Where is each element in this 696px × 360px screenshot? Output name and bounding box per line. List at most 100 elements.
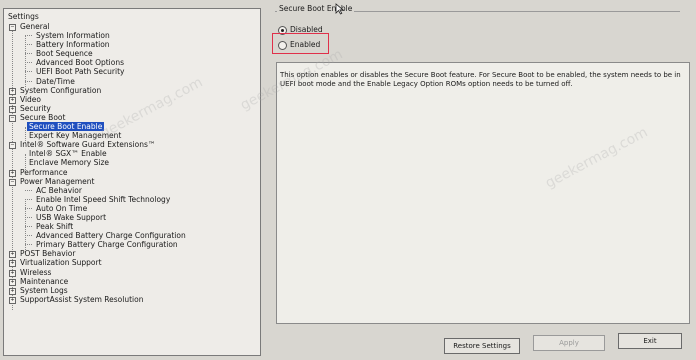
tree-connector-line xyxy=(25,62,32,64)
tree-item[interactable]: Auto On Time xyxy=(4,204,260,213)
exit-button[interactable]: Exit xyxy=(618,333,682,349)
tree-item-label: Primary Battery Charge Configuration xyxy=(36,240,178,250)
tree-item-label: USB Wake Support xyxy=(36,212,107,222)
tree-item[interactable]: Date/Time xyxy=(4,77,260,86)
tree-connector-line xyxy=(25,216,32,218)
tree-item[interactable]: UEFI Boot Path Security xyxy=(4,67,260,76)
settings-title: Settings xyxy=(8,12,39,21)
tree-connector-line xyxy=(25,71,32,73)
restore-settings-button[interactable]: Restore Settings xyxy=(444,338,520,354)
tree-connector-line xyxy=(25,244,32,246)
expand-icon[interactable]: + xyxy=(9,269,16,277)
tree-item[interactable]: Advanced Battery Charge Configuration xyxy=(4,231,260,240)
tree-connector-line xyxy=(25,44,32,46)
tree-item-label: UEFI Boot Path Security xyxy=(36,67,125,77)
tree-item[interactable]: System Information xyxy=(4,31,260,40)
expand-icon[interactable]: + xyxy=(9,251,16,259)
tree-item-label: AC Behavior xyxy=(36,185,82,195)
expand-icon[interactable]: + xyxy=(9,105,16,113)
expand-icon[interactable]: + xyxy=(9,169,16,177)
description-text: This option enables or disables the Secu… xyxy=(280,71,681,88)
tree-item-label: Wireless xyxy=(20,267,52,277)
tree-item-label: Auto On Time xyxy=(36,203,88,213)
tree-item[interactable]: + Maintenance xyxy=(4,277,260,286)
tree-item[interactable]: Intel® SGX™ Enable xyxy=(4,149,260,158)
tree-item[interactable]: − General xyxy=(4,22,260,31)
tree-connector-line xyxy=(25,235,32,237)
settings-tree-panel: Settings − General System Information Batte… xyxy=(3,8,261,356)
collapse-icon[interactable]: − xyxy=(9,114,16,122)
tree-item[interactable]: USB Wake Support xyxy=(4,213,260,222)
tree-item[interactable]: + System Logs xyxy=(4,286,260,295)
tree-item[interactable]: Battery Information xyxy=(4,40,260,49)
tree-item-label: Security xyxy=(20,103,51,113)
tree-item-label: General xyxy=(20,22,50,31)
tree-item[interactable]: − Secure Boot xyxy=(4,113,260,122)
tree-item-label: Expert Key Management xyxy=(29,131,122,141)
tree-item-label: Boot Sequence xyxy=(36,49,93,59)
tree-item[interactable]: − Intel® Software Guard Extensions™ xyxy=(4,140,260,150)
tree-item[interactable]: − Power Management xyxy=(4,177,260,186)
tree-item[interactable]: Peak Shift xyxy=(4,222,260,231)
tree-item[interactable]: Boot Sequence xyxy=(4,49,260,58)
tree-item-label: Enable Intel Speed Shift Technology xyxy=(36,194,171,204)
expand-icon[interactable]: + xyxy=(9,296,16,304)
tree-item-label: System Information xyxy=(36,31,110,41)
tree-connector-line xyxy=(25,207,32,209)
tree-item-label: System Configuration xyxy=(20,85,102,95)
collapse-icon[interactable]: − xyxy=(9,24,16,31)
tree-item-label: Advanced Boot Options xyxy=(36,58,125,68)
tree-item[interactable]: + Performance xyxy=(4,168,260,177)
description-box: This option enables or disables the Secu… xyxy=(276,62,690,324)
tree-item-label: SupportAssist System Resolution xyxy=(20,294,144,304)
tree-item[interactable]: + Security xyxy=(4,104,260,113)
tree-connector-line xyxy=(25,226,32,228)
radio-enabled-label: Enabled xyxy=(290,40,321,49)
tree-item[interactable]: Advanced Boot Options xyxy=(4,58,260,67)
tree-item-label: Performance xyxy=(20,167,68,177)
tree-item-label: System Logs xyxy=(20,285,68,295)
expand-icon[interactable]: + xyxy=(9,260,16,268)
option-content-area: Secure Boot Enable Disabled Enabled This… xyxy=(268,0,696,360)
expand-icon[interactable]: + xyxy=(9,87,16,95)
tree-item[interactable]: Secure Boot Enable xyxy=(4,122,260,132)
tree-item-label: Secure Boot Enable xyxy=(27,122,105,132)
tree-item-label: Intel® SGX™ Enable xyxy=(29,149,107,159)
tree-item-label: Advanced Battery Charge Configuration xyxy=(36,231,186,241)
tree-item[interactable]: + Wireless xyxy=(4,268,260,277)
expand-icon[interactable]: + xyxy=(9,96,16,104)
tree-item-label: Enclave Memory Size xyxy=(29,158,110,168)
apply-button[interactable]: Apply xyxy=(533,335,605,351)
tree-item-label: Intel® Software Guard Extensions™ xyxy=(20,140,156,150)
tree-item-label: Secure Boot xyxy=(20,112,66,122)
tree-item[interactable]: + Video xyxy=(4,95,260,104)
tree-connector-line xyxy=(25,189,32,191)
collapse-icon[interactable]: − xyxy=(9,178,16,186)
tree-item-label: POST Behavior xyxy=(20,249,76,259)
tree-item-label: Video xyxy=(20,94,42,104)
tree-item[interactable]: Primary Battery Charge Configuration xyxy=(4,240,260,249)
expand-icon[interactable]: + xyxy=(9,287,16,295)
settings-tree: − General System Information Battery Inform… xyxy=(4,22,260,304)
tree-item[interactable]: Expert Key Management xyxy=(4,131,260,140)
tree-item-label: Date/Time xyxy=(36,76,75,86)
radio-enabled-indicator[interactable] xyxy=(278,41,287,50)
tree-item-label: Peak Shift xyxy=(36,222,74,232)
tree-item-label: Battery Information xyxy=(36,40,110,50)
tree-connector-line xyxy=(25,35,32,37)
tree-connector-line xyxy=(25,80,32,82)
tree-item[interactable]: AC Behavior xyxy=(4,186,260,195)
tree-item-label: Maintenance xyxy=(20,276,69,286)
expand-icon[interactable]: + xyxy=(9,278,16,286)
mouse-pointer-icon xyxy=(335,3,345,15)
tree-item[interactable]: + System Configuration xyxy=(4,86,260,95)
collapse-icon[interactable]: − xyxy=(9,142,16,150)
tree-item-label: Virtualization Support xyxy=(20,258,102,268)
tree-connector-line xyxy=(25,198,32,200)
tree-item-label: Power Management xyxy=(20,176,95,186)
tree-item[interactable]: + Virtualization Support xyxy=(4,258,260,268)
tree-item[interactable]: + POST Behavior xyxy=(4,249,260,259)
tree-item[interactable]: + SupportAssist System Resolution xyxy=(4,295,260,304)
tree-item[interactable]: Enclave Memory Size xyxy=(4,158,260,167)
tree-item[interactable]: Enable Intel Speed Shift Technology xyxy=(4,195,260,204)
